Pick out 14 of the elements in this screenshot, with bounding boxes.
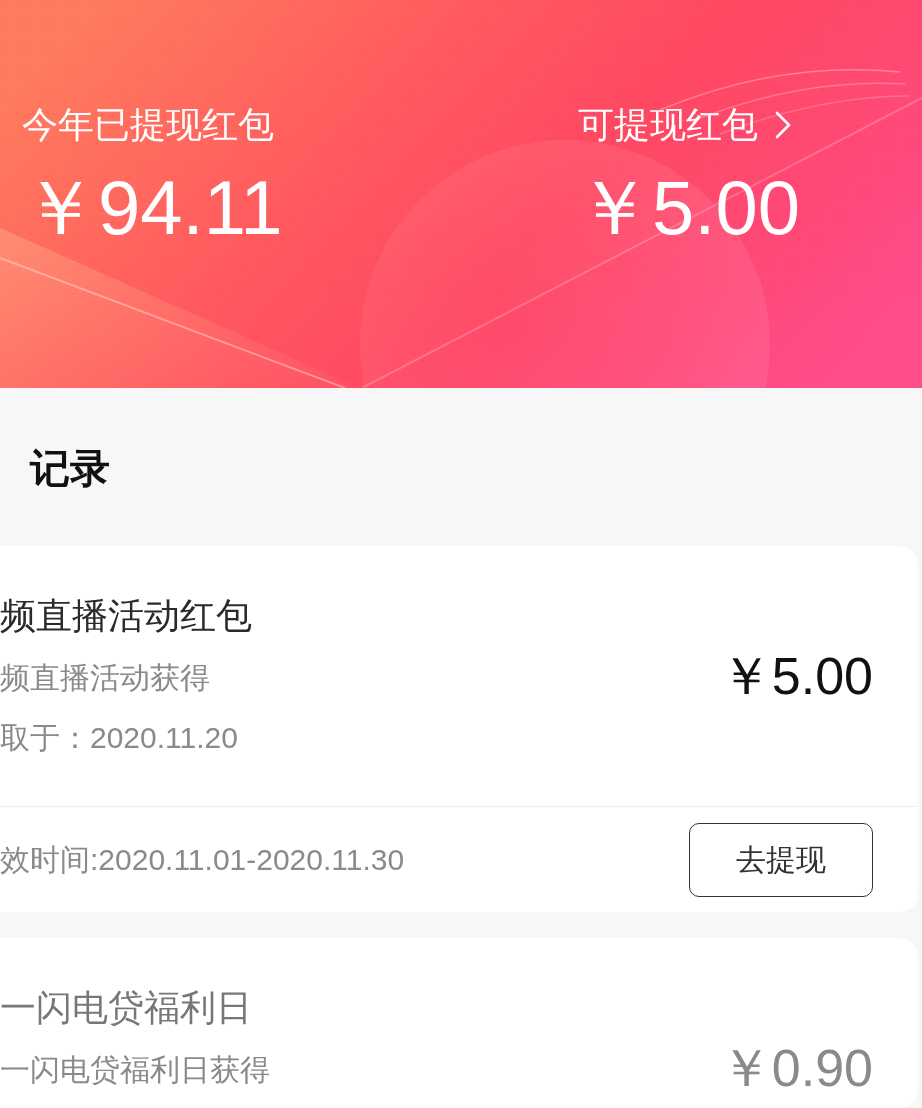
record-received-date: 取于：2020.11.20 xyxy=(0,720,238,756)
withdrawable-amount: ￥5.00 xyxy=(576,170,800,246)
record-source: 频直播活动获得 xyxy=(0,660,210,696)
withdraw-button[interactable]: 去提现 xyxy=(689,822,873,897)
record-validity: 效时间:2020.11.01-2020.11.30 xyxy=(0,841,405,878)
chevron-right-icon xyxy=(774,110,792,140)
record-amount: ￥0.90 xyxy=(719,1042,873,1094)
record-amount: ￥5.00 xyxy=(719,650,873,702)
section-title: 记录 xyxy=(30,445,110,492)
withdrawn-label: 今年已提现红包 xyxy=(22,103,274,147)
record-title: 一闪电贷福利日 xyxy=(0,986,252,1030)
withdrawn-amount: ￥94.11 xyxy=(22,170,283,246)
record-source: 一闪电贷福利日获得 xyxy=(0,1052,270,1088)
record-title: 频直播活动红包 xyxy=(0,594,252,638)
